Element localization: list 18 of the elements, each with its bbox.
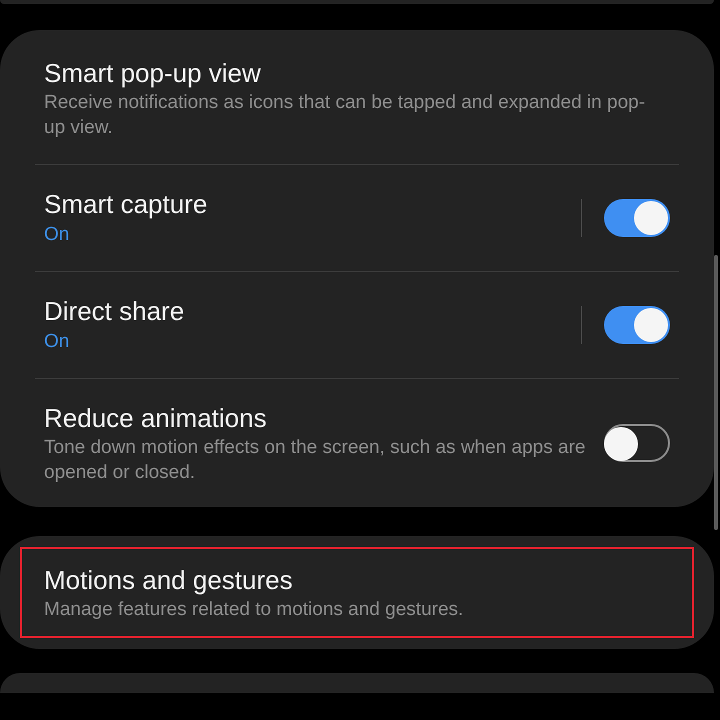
setting-title: Direct share bbox=[44, 295, 186, 328]
toggle-switch[interactable] bbox=[604, 199, 670, 237]
settings-row[interactable]: Smart capture On bbox=[20, 165, 694, 271]
toggle-switch[interactable] bbox=[604, 306, 670, 344]
setting-title: Smart pop-up view bbox=[44, 57, 262, 90]
setting-status: On bbox=[44, 330, 70, 354]
setting-description: Receive notifications as icons that can be tapped and expanded in pop-up view. bbox=[44, 91, 646, 140]
settings-row[interactable]: Direct share On bbox=[20, 272, 694, 378]
setting-description: Tone down motion effects on the screen, such as when apps are opened or closed. bbox=[44, 436, 586, 485]
settings-row[interactable]: Motions and gestures Manage features related to motions and gestures. bbox=[20, 547, 694, 638]
toggle-switch[interactable] bbox=[604, 424, 670, 462]
setting-title: Reduce animations bbox=[44, 402, 268, 435]
settings-row[interactable]: Smart pop-up view Receive notifications as icons that can be tapped and expanded in pop-up view. bbox=[20, 30, 694, 164]
settings-row[interactable]: Reduce animations Tone down motion effects on the screen, such as when apps are opened or closed. bbox=[20, 379, 694, 507]
setting-description: Manage features related to motions and gestures. bbox=[44, 598, 464, 622]
setting-title: Motions and gestures bbox=[44, 564, 294, 597]
setting-status: On bbox=[44, 223, 70, 247]
setting-title: Smart capture bbox=[44, 188, 208, 221]
